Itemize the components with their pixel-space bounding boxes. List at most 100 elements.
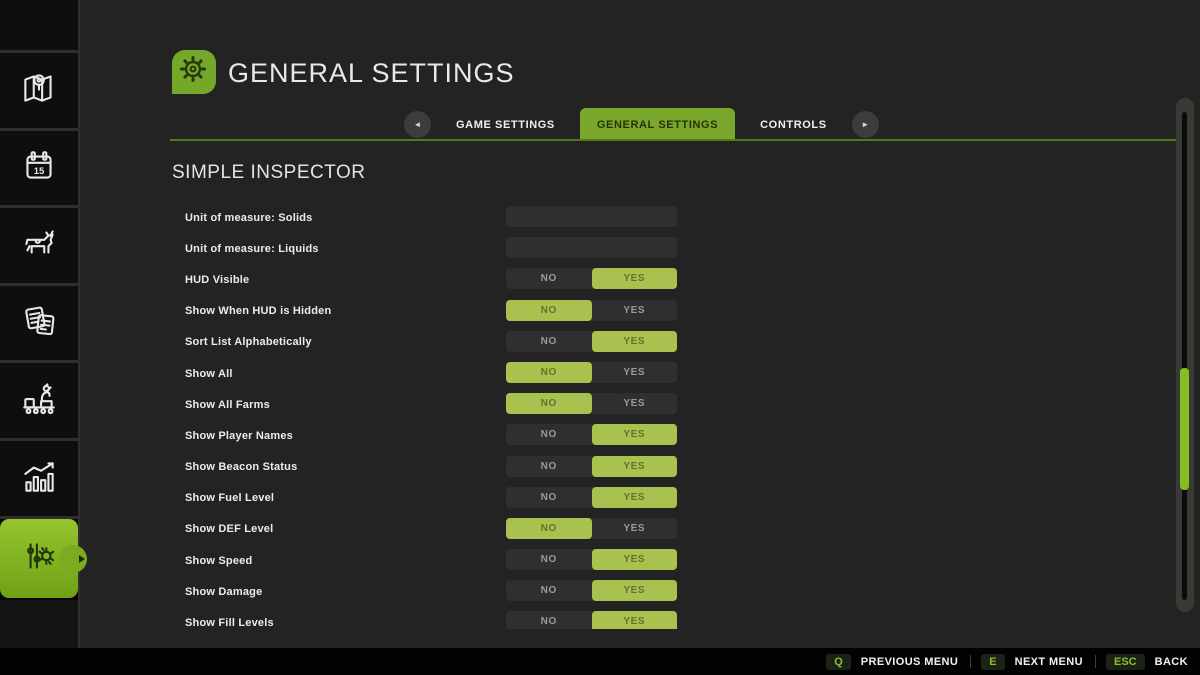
setting-label: Show Speed: [185, 555, 252, 567]
key-esc-badge: ESC: [1106, 654, 1145, 670]
setting-toggle[interactable]: NO YES: [506, 456, 677, 477]
setting-label: Show DEF Level: [185, 523, 273, 535]
toggle-yes-option[interactable]: [592, 237, 678, 258]
settings-row: Show Fill Levels NO YES: [185, 607, 677, 629]
settings-row: Unit of measure: Liquids ◄ VOLUME UNIT |…: [185, 233, 677, 264]
settings-row: Show When HUD is Hidden NO YES: [185, 296, 677, 327]
toggle-yes-option[interactable]: YES: [592, 518, 678, 539]
toggle-yes-option[interactable]: YES: [592, 580, 678, 601]
arrow-left-icon: ◄: [414, 120, 422, 129]
settings-row: Show Fuel Level NO YES: [185, 483, 677, 514]
settings-sliders-icon: [18, 535, 60, 582]
sidebar-item-animals[interactable]: [0, 208, 78, 283]
toggle-yes-option[interactable]: YES: [592, 300, 678, 321]
next-menu-label: NEXT MENU: [1015, 656, 1083, 668]
setting-toggle[interactable]: NO YES: [506, 580, 677, 601]
toggle-no-option[interactable]: NO: [506, 611, 592, 629]
sidebar-item-statistics[interactable]: [0, 441, 78, 516]
toggle-no-option[interactable]: NO: [506, 518, 592, 539]
setting-label: Show When HUD is Hidden: [185, 305, 331, 317]
toggle-yes-option[interactable]: YES: [592, 268, 678, 289]
setting-label: Unit of measure: Solids: [185, 212, 312, 224]
chevron-right-icon: [79, 555, 85, 563]
toggle-no-option[interactable]: NO: [506, 362, 592, 383]
cow-icon: [18, 222, 60, 269]
toggle-no-option[interactable]: NO: [506, 393, 592, 414]
sidebar-item-finances[interactable]: [0, 286, 78, 360]
setting-toggle[interactable]: NO YES: [506, 393, 677, 414]
setting-label: Sort List Alphabetically: [185, 336, 312, 348]
toggle-no-option[interactable]: NO: [506, 456, 592, 477]
setting-toggle[interactable]: NO YES: [506, 611, 677, 629]
setting-toggle[interactable]: [506, 206, 677, 227]
sidebar-item-blank: [0, 0, 78, 50]
toggle-no-option[interactable]: NO: [506, 331, 592, 352]
toggle-no-option[interactable]: NO: [506, 580, 592, 601]
setting-toggle[interactable]: NO YES: [506, 268, 677, 289]
sidebar-item-production[interactable]: [0, 363, 78, 438]
settings-row: Show DEF Level NO YES: [185, 514, 677, 545]
setting-label: HUD Visible: [185, 274, 249, 286]
setting-toggle[interactable]: NO YES: [506, 300, 677, 321]
settings-row: Show Speed NO YES: [185, 545, 677, 576]
toggle-no-option[interactable]: NO: [506, 487, 592, 508]
settings-row: Show Beacon Status NO YES: [185, 452, 677, 483]
settings-row: Show Player Names NO YES: [185, 420, 677, 451]
key-q-badge: Q: [826, 654, 851, 670]
tab-controls[interactable]: CONTROLS: [754, 119, 833, 131]
scrollbar-thumb[interactable]: [1180, 368, 1189, 490]
toggle-yes-option[interactable]: YES: [592, 549, 678, 570]
setting-toggle[interactable]: NO YES: [506, 487, 677, 508]
keybind-bar: Q PREVIOUS MENU E NEXT MENU ESC BACK: [0, 648, 1200, 675]
arrow-right-icon: ►: [861, 120, 869, 129]
setting-label: Show Fill Levels: [185, 617, 274, 629]
section-title: SIMPLE INSPECTOR: [172, 162, 365, 184]
page-icon-badge: [172, 50, 216, 94]
settings-row: Show All Farms NO YES: [185, 389, 677, 420]
previous-menu-label: PREVIOUS MENU: [861, 656, 959, 668]
setting-label: Show All: [185, 368, 233, 380]
tabs-next-button[interactable]: ►: [852, 111, 879, 138]
settings-row: Unit of measure: Solids ◄ VOLUME UNIT | …: [185, 202, 677, 233]
toggle-no-option[interactable]: [506, 237, 592, 258]
toggle-yes-option[interactable]: YES: [592, 393, 678, 414]
setting-toggle[interactable]: NO YES: [506, 362, 677, 383]
tabs-prev-button[interactable]: ◄: [404, 111, 431, 138]
setting-toggle[interactable]: NO YES: [506, 424, 677, 445]
toggle-no-option[interactable]: NO: [506, 268, 592, 289]
toggle-yes-option[interactable]: YES: [592, 611, 678, 629]
setting-toggle[interactable]: NO YES: [506, 518, 677, 539]
svg-text:15: 15: [34, 165, 45, 176]
sidebar: 15: [0, 0, 80, 648]
tab-bar: ◄ GAME SETTINGS GENERAL SETTINGS CONTROL…: [404, 108, 879, 141]
toggle-no-option[interactable]: NO: [506, 424, 592, 445]
sidebar-item-map[interactable]: [0, 53, 78, 128]
settings-row: Show All NO YES: [185, 358, 677, 389]
setting-label: Unit of measure: Liquids: [185, 243, 319, 255]
setting-label: Show Fuel Level: [185, 492, 274, 504]
statistics-icon: [18, 455, 60, 502]
gear-icon: [177, 53, 211, 92]
setting-toggle[interactable]: [506, 237, 677, 258]
documents-icon: [18, 300, 60, 347]
calendar-icon: 15: [18, 145, 60, 192]
scrollbar-groove: [1182, 112, 1187, 600]
sidebar-item-calendar[interactable]: 15: [0, 131, 78, 205]
toggle-yes-option[interactable]: YES: [592, 424, 678, 445]
tab-game-settings[interactable]: GAME SETTINGS: [450, 119, 561, 131]
setting-toggle[interactable]: NO YES: [506, 331, 677, 352]
tab-general-settings[interactable]: GENERAL SETTINGS: [580, 108, 735, 141]
toggle-yes-option[interactable]: YES: [592, 487, 678, 508]
setting-toggle[interactable]: NO YES: [506, 549, 677, 570]
toggle-no-option[interactable]: NO: [506, 549, 592, 570]
setting-label: Show Player Names: [185, 430, 293, 442]
toggle-no-option[interactable]: [506, 206, 592, 227]
toggle-yes-option[interactable]: YES: [592, 331, 678, 352]
toggle-yes-option[interactable]: YES: [592, 456, 678, 477]
toggle-yes-option[interactable]: YES: [592, 362, 678, 383]
setting-label: Show Beacon Status: [185, 461, 297, 473]
sidebar-item-settings[interactable]: [0, 519, 78, 598]
back-label: BACK: [1155, 656, 1188, 668]
toggle-yes-option[interactable]: [592, 206, 678, 227]
toggle-no-option[interactable]: NO: [506, 300, 592, 321]
